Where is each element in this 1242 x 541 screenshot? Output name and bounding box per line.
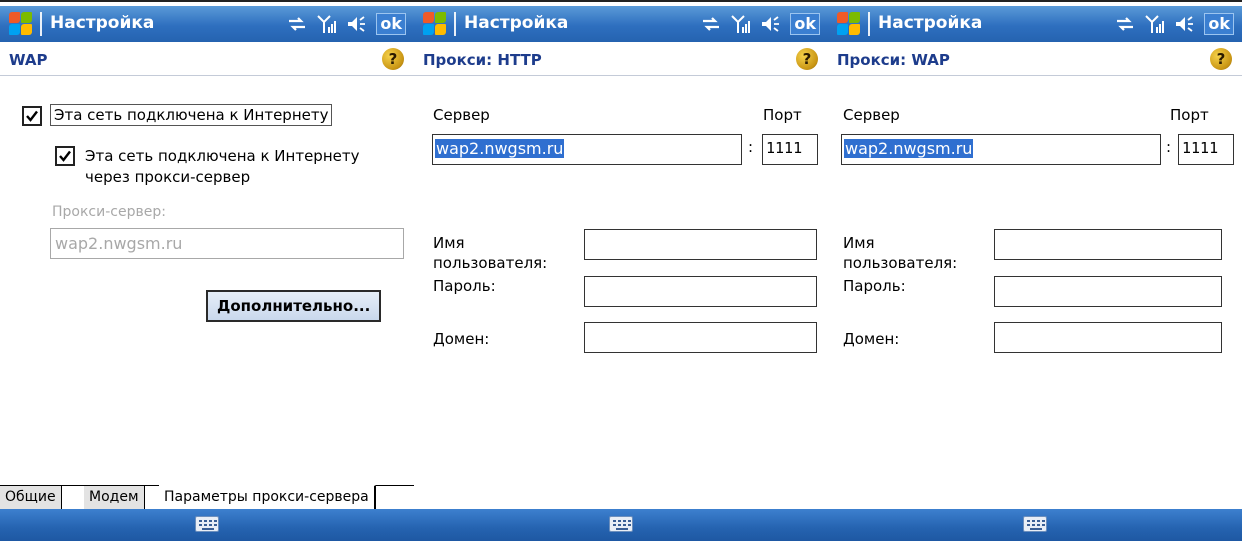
title-bar: Настройка ok [0,6,414,42]
password-input[interactable] [584,276,817,307]
username-input[interactable] [584,229,817,260]
keyboard-icon[interactable] [609,516,633,532]
help-icon[interactable]: ? [796,48,818,70]
volume-icon[interactable] [346,13,368,35]
windows-start-icon[interactable] [422,11,448,37]
tab-proxy-settings[interactable]: Параметры прокси-сервера [159,485,376,510]
internet-checkbox-label[interactable]: Эта сеть подключена к Интернету [50,104,333,126]
server-input[interactable]: wap2.nwgsm.ru [432,134,742,165]
page-title: WAP [9,51,48,69]
soft-key-bar [828,509,1242,541]
server-value: wap2.nwgsm.ru [844,139,974,158]
signal-strength-icon[interactable] [1144,13,1166,35]
username-label-line1: Имя [843,234,875,252]
volume-icon[interactable] [760,13,782,35]
internet-checkbox[interactable] [22,106,42,126]
domain-input[interactable] [994,322,1222,353]
app-title: Настройка [878,13,983,33]
page-title: Прокси: WAP [837,51,950,69]
windows-start-icon[interactable] [836,11,862,37]
wap-content: Эта сеть подключена к Интернету Эта сеть… [0,76,414,485]
title-separator [454,12,456,36]
proxy-http-content: Сервер Порт wap2.nwgsm.ru : 1111 Имя пол… [414,76,828,485]
server-label: Сервер [843,106,900,124]
title-bar: Настройка ok [828,6,1242,42]
help-icon[interactable]: ? [382,48,404,70]
username-label-line2: пользователя: [843,254,958,272]
username-label-line1: Имя [433,234,465,252]
port-input[interactable]: 1111 [1178,134,1234,165]
title-separator [40,12,42,36]
screen-proxy-wap: Настройка ok Прокси: WAP ? Сервер Порт w… [828,6,1242,541]
port-input[interactable]: 1111 [762,134,818,165]
domain-input[interactable] [584,322,817,353]
ok-button[interactable]: ok [1204,13,1234,35]
app-title: Настройка [50,13,155,33]
app-title: Настройка [464,13,569,33]
connectivity-icon[interactable] [1114,13,1136,35]
soft-key-bar [0,509,414,541]
port-colon: : [1166,138,1172,156]
ok-button[interactable]: ok [376,13,406,35]
domain-label: Домен: [433,330,490,348]
proxy-checkbox-label-line1[interactable]: Эта сеть подключена к Интернету [85,147,359,165]
keyboard-icon[interactable] [1023,516,1047,532]
title-bar: Настройка ok [414,6,828,42]
proxy-server-label: Прокси-сервер: [52,204,166,220]
page-header: WAP ? [0,42,414,76]
username-input[interactable] [994,229,1222,260]
ok-button[interactable]: ok [790,13,820,35]
soft-key-bar [414,509,828,541]
tab-modem[interactable]: Модем [84,486,145,510]
port-colon: : [748,138,754,156]
connectivity-icon[interactable] [286,13,308,35]
port-label: Порт [1170,106,1209,124]
password-label: Пароль: [433,277,496,295]
volume-icon[interactable] [1174,13,1196,35]
keyboard-icon[interactable] [195,516,219,532]
server-label: Сервер [433,106,490,124]
page-title: Прокси: HTTP [423,51,542,69]
proxy-wap-content: Сервер Порт wap2.nwgsm.ru : 1111 Имя пол… [828,76,1242,485]
advanced-button[interactable]: Дополнительно... [206,290,382,322]
port-label: Порт [763,106,802,124]
page-header: Прокси: WAP ? [828,42,1242,76]
windows-start-icon[interactable] [8,11,34,37]
password-label: Пароль: [843,277,906,295]
screen-proxy-http: Настройка ok Прокси: HTTP ? Сервер Порт … [414,6,828,541]
proxy-checkbox-label-line2[interactable]: через прокси-сервер [85,168,250,186]
proxy-checkbox[interactable] [55,146,75,166]
domain-label: Домен: [843,330,900,348]
signal-strength-icon[interactable] [730,13,752,35]
page-header: Прокси: HTTP ? [414,42,828,76]
tab-bar: Общие Модем Параметры прокси-сервера [0,485,414,510]
proxy-server-input[interactable]: wap2.nwgsm.ru [50,228,404,259]
signal-strength-icon[interactable] [316,13,338,35]
connectivity-icon[interactable] [700,13,722,35]
screen-wap-settings: Настройка ok WAP ? Эта сеть подключена к… [0,6,414,541]
help-icon[interactable]: ? [1210,48,1232,70]
server-input[interactable]: wap2.nwgsm.ru [841,134,1161,165]
password-input[interactable] [994,276,1222,307]
username-label-line2: пользователя: [433,254,548,272]
title-separator [868,12,870,36]
tab-general[interactable]: Общие [0,486,62,510]
server-value: wap2.nwgsm.ru [435,139,565,158]
